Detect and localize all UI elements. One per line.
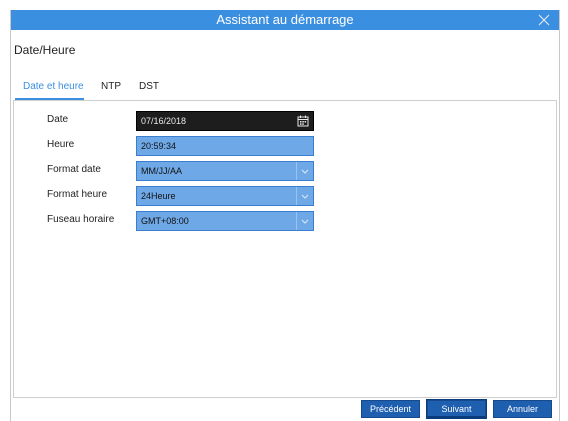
time-label: Heure xyxy=(47,139,75,150)
calendar-icon[interactable] xyxy=(297,115,309,127)
cancel-button[interactable]: Annuler xyxy=(493,400,552,418)
date-format-label: Format date xyxy=(47,164,101,175)
timezone-dropdown-button[interactable] xyxy=(296,212,313,230)
date-field[interactable]: 07/16/2018 xyxy=(136,111,314,131)
close-icon xyxy=(538,14,550,26)
time-format-dropdown-button[interactable] xyxy=(296,187,313,205)
tab-ntp[interactable]: NTP xyxy=(101,80,121,94)
timezone-value: GMT+08:00 xyxy=(141,216,189,226)
chevron-down-icon xyxy=(301,194,309,199)
tab-dst[interactable]: DST xyxy=(139,80,159,94)
section-title: Date/Heure xyxy=(14,43,76,57)
timezone-label: Fuseau horaire xyxy=(47,214,115,225)
chevron-down-icon xyxy=(301,169,309,174)
time-field[interactable]: 20:59:34 xyxy=(136,136,314,156)
close-button[interactable] xyxy=(535,11,553,29)
date-value: 07/16/2018 xyxy=(141,116,187,126)
date-label: Date xyxy=(47,114,69,125)
tab-date-time[interactable]: Date et heure xyxy=(23,80,84,94)
chevron-down-icon xyxy=(301,219,309,224)
previous-button[interactable]: Précédent xyxy=(361,400,420,418)
time-value: 20:59:34 xyxy=(141,141,177,151)
startup-wizard-window: Assistant au démarrage Date/Heure Date e… xyxy=(10,10,560,421)
settings-panel: Date 07/16/2018 Heure 20:59:34 Format da… xyxy=(13,100,557,398)
next-button[interactable]: Suivant xyxy=(427,400,486,418)
date-format-dropdown-button[interactable] xyxy=(296,162,313,180)
date-format-value: MM/JJ/AA xyxy=(141,166,183,176)
time-format-value: 24Heure xyxy=(141,191,176,201)
time-format-label: Format heure xyxy=(47,189,108,200)
window-title: Assistant au démarrage xyxy=(216,12,354,27)
title-bar: Assistant au démarrage xyxy=(11,10,559,30)
time-format-select[interactable]: 24Heure xyxy=(136,186,314,206)
date-format-select[interactable]: MM/JJ/AA xyxy=(136,161,314,181)
timezone-select[interactable]: GMT+08:00 xyxy=(136,211,314,231)
